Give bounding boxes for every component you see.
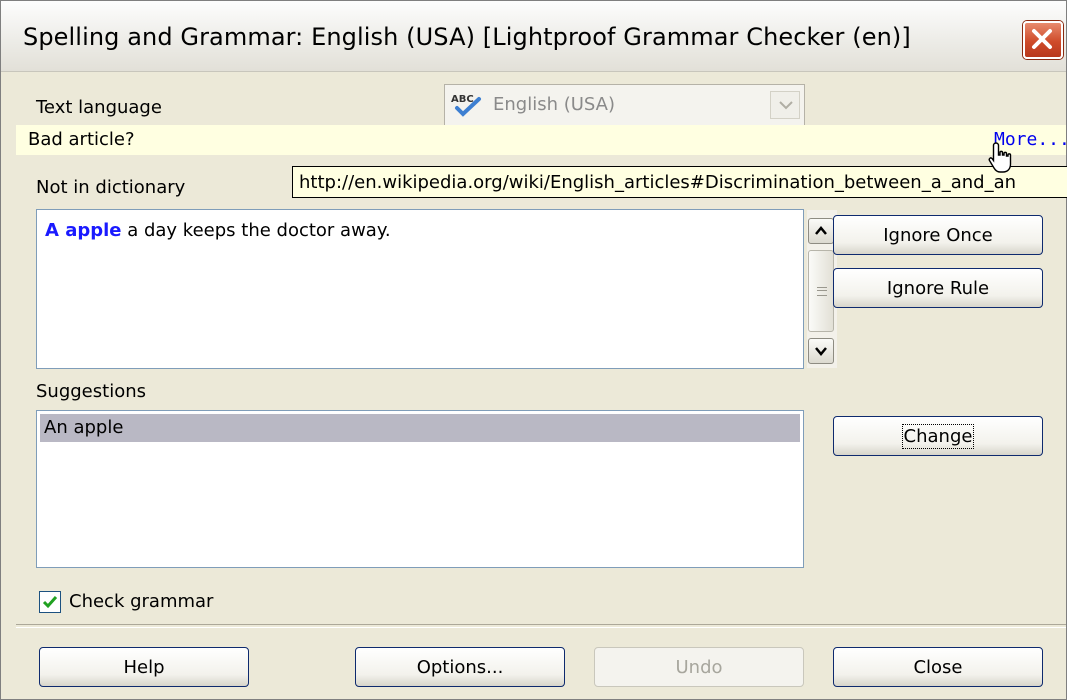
- window-title: Spelling and Grammar: English (USA) [Lig…: [23, 23, 911, 51]
- options-button[interactable]: Options...: [355, 647, 565, 687]
- change-button[interactable]: Change: [833, 416, 1043, 456]
- svg-text:ABC: ABC: [451, 94, 474, 105]
- text-language-select[interactable]: ABC English (USA): [444, 84, 805, 126]
- language-dropdown-button[interactable]: [770, 91, 800, 119]
- undo-label: Undo: [675, 657, 723, 678]
- checkmark-icon: [42, 596, 58, 609]
- ignore-once-button[interactable]: Ignore Once: [833, 215, 1043, 255]
- sentence-text-area[interactable]: A apple a day keeps the doctor away.: [36, 209, 837, 369]
- spellcheck-abc-icon: ABC: [449, 91, 485, 122]
- error-phrase: A apple: [45, 220, 122, 241]
- not-in-dictionary-label: Not in dictionary: [36, 177, 186, 198]
- tooltip-url: http://en.wikipedia.org/wiki/English_art…: [299, 172, 1017, 193]
- spelling-grammar-dialog: Spelling and Grammar: English (USA) [Lig…: [0, 0, 1067, 700]
- sentence-rest: a day keeps the doctor away.: [121, 220, 391, 241]
- undo-button[interactable]: Undo: [594, 647, 804, 687]
- close-button[interactable]: Close: [833, 647, 1043, 687]
- suggestion-item-label: An apple: [44, 417, 124, 438]
- sentence-text: A apple a day keeps the doctor away.: [45, 220, 391, 241]
- scroll-thumb[interactable]: [808, 250, 834, 332]
- help-label: Help: [123, 657, 165, 678]
- ignore-rule-label: Ignore Rule: [886, 278, 990, 299]
- window-close-button[interactable]: [1023, 21, 1063, 59]
- more-link-tooltip: http://en.wikipedia.org/wiki/English_art…: [292, 166, 1067, 198]
- change-label: Change: [901, 424, 975, 449]
- close-label: Close: [913, 657, 963, 678]
- hand-pointer-icon: [986, 141, 1016, 180]
- ignore-rule-button[interactable]: Ignore Rule: [833, 268, 1043, 308]
- close-icon: [1032, 29, 1052, 49]
- check-grammar-label: Check grammar: [69, 591, 214, 612]
- grammar-info-bar: Bad article? More...: [16, 125, 1067, 155]
- chevron-up-icon: [815, 226, 827, 235]
- scroll-up-button[interactable]: [808, 218, 834, 244]
- suggestion-item[interactable]: An apple: [40, 414, 800, 442]
- options-label: Options...: [416, 657, 504, 678]
- text-language-label: Text language: [36, 97, 162, 118]
- grammar-error-message: Bad article?: [28, 129, 135, 150]
- footer-separator: [16, 624, 1066, 628]
- ignore-once-label: Ignore Once: [883, 225, 993, 246]
- chevron-down-icon: [779, 101, 793, 110]
- chevron-down-icon: [815, 347, 827, 356]
- check-grammar-checkbox[interactable]: [39, 591, 61, 613]
- suggestions-label: Suggestions: [36, 381, 146, 402]
- help-button[interactable]: Help: [39, 647, 249, 687]
- scroll-grip: [817, 287, 827, 296]
- title-bar[interactable]: Spelling and Grammar: English (USA) [Lig…: [1, 1, 1066, 72]
- scroll-down-button[interactable]: [808, 338, 834, 364]
- text-language-value: English (USA): [493, 94, 616, 115]
- suggestions-list[interactable]: An apple: [36, 410, 804, 568]
